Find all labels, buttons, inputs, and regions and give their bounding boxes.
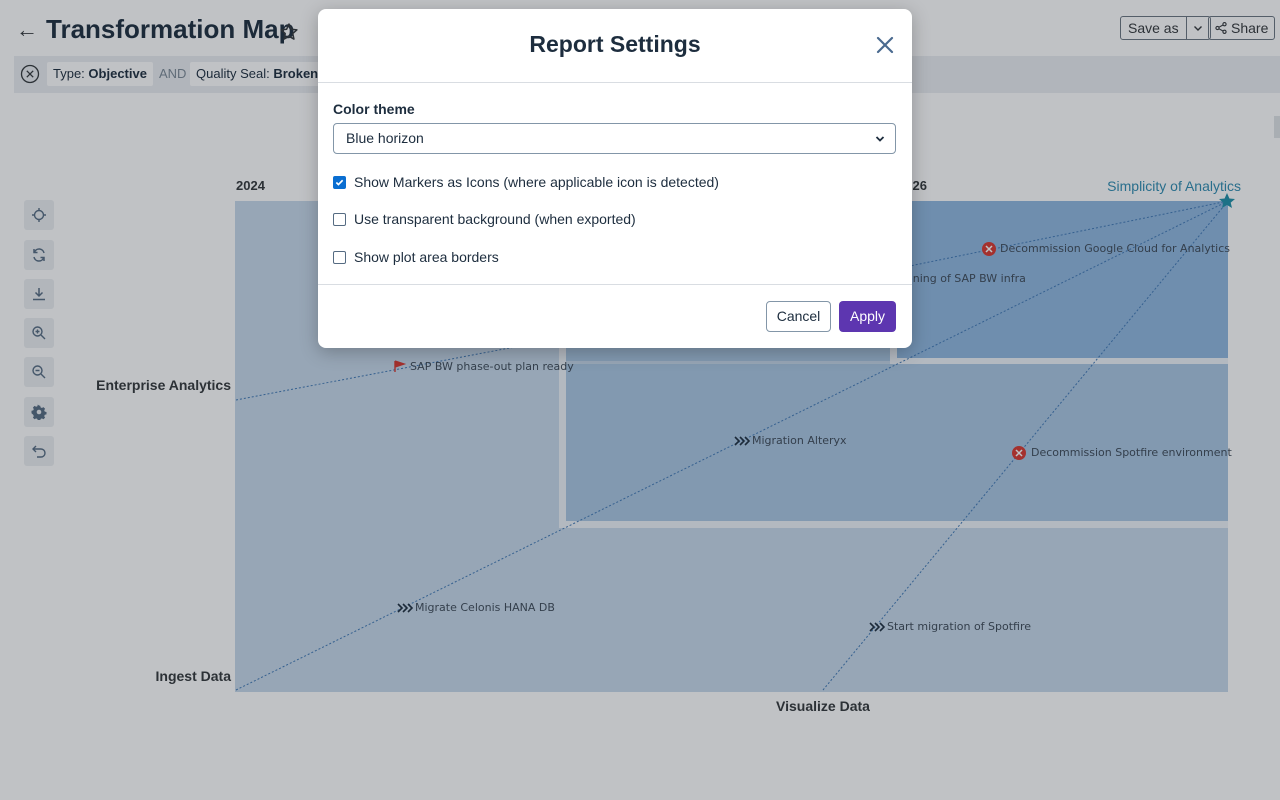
checkbox-label: Use transparent background (when exporte… [354,211,636,227]
checkbox-label: Show Markers as Icons (where applicable … [354,174,719,190]
close-icon[interactable] [874,34,896,56]
chevron-down-icon [875,136,885,142]
checkbox-plot-area-borders[interactable]: Show plot area borders [333,248,499,266]
cancel-button[interactable]: Cancel [766,301,831,332]
dialog-divider [318,284,912,285]
dialog-divider [318,82,912,83]
checkbox-checked[interactable] [333,175,346,189]
report-settings-dialog: Report Settings Color theme Blue horizon… [318,9,912,348]
color-theme-value: Blue horizon [346,130,424,146]
apply-button[interactable]: Apply [839,301,896,332]
dialog-title: Report Settings [529,31,701,57]
checkbox-show-markers[interactable]: Show Markers as Icons (where applicable … [333,173,719,191]
checkbox-label: Show plot area borders [354,249,499,265]
color-theme-label: Color theme [333,101,415,117]
color-theme-select[interactable]: Blue horizon [333,123,896,154]
checkbox-unchecked[interactable] [333,212,346,226]
checkbox-transparent-background[interactable]: Use transparent background (when exporte… [333,210,636,228]
checkbox-unchecked[interactable] [333,250,346,264]
